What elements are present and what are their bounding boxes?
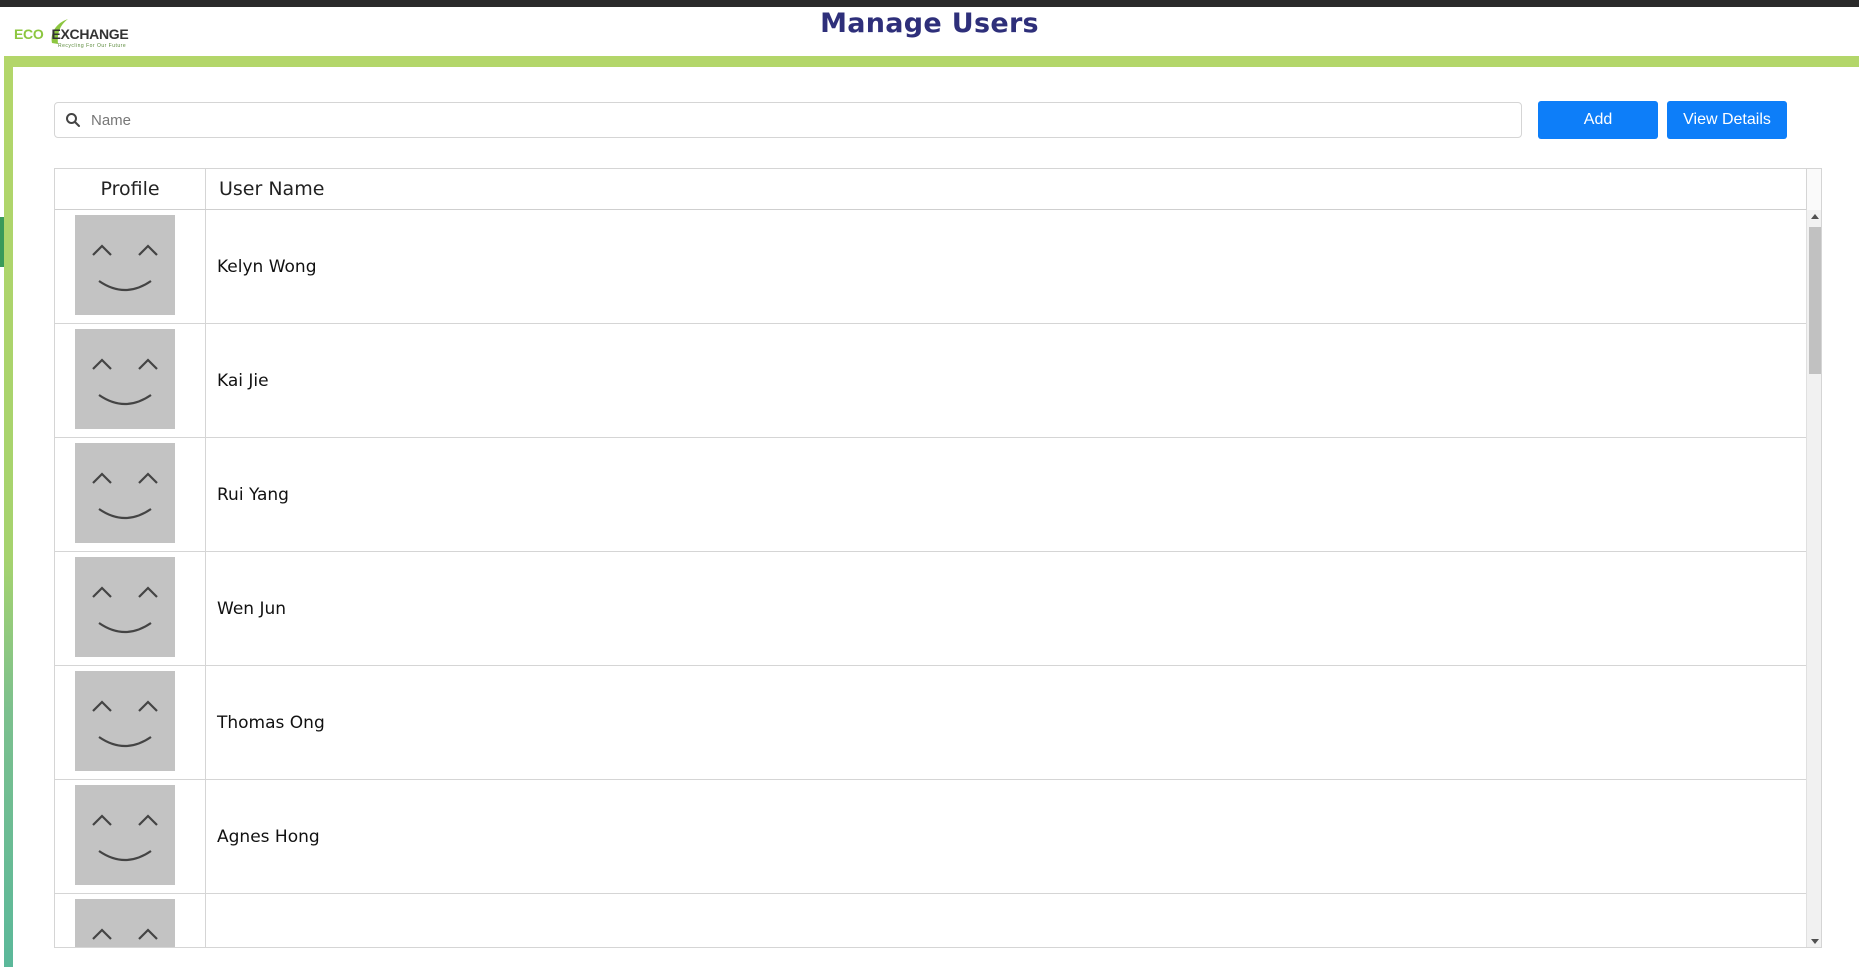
scrollbar-header-cap <box>1806 169 1821 210</box>
scrollbar-thumb[interactable] <box>1809 227 1821 374</box>
search-input[interactable] <box>91 103 1491 137</box>
user-name-cell: Kai Jie <box>217 370 269 391</box>
logo-tagline: Recycling For Our Future <box>58 43 127 49</box>
user-name-cell: Thomas Ong <box>217 712 325 733</box>
user-name-cell: Wen Jun <box>217 598 287 619</box>
page-title: Manage Users <box>820 8 1039 39</box>
profile-cell <box>55 438 206 551</box>
smiley-avatar-icon[interactable] <box>75 215 175 315</box>
profile-cell <box>55 210 206 323</box>
table-scrollbar[interactable] <box>1806 210 1821 947</box>
column-header-profile[interactable]: Profile <box>55 169 206 209</box>
smiley-avatar-icon[interactable] <box>75 671 175 771</box>
table-row[interactable] <box>55 894 1806 947</box>
table-header: Profile User Name <box>55 169 1806 210</box>
table-row[interactable]: Agnes Hong <box>55 780 1806 894</box>
smiley-avatar-icon[interactable] <box>75 899 175 947</box>
table-row[interactable]: Kai Jie <box>55 324 1806 438</box>
profile-cell <box>55 894 206 947</box>
table-row[interactable]: Wen Jun <box>55 552 1806 666</box>
search-box[interactable] <box>54 102 1522 138</box>
profile-cell <box>55 780 206 893</box>
users-table: Profile User Name Kelyn Wong Kai Jie Rui… <box>54 168 1822 948</box>
column-header-user-name[interactable]: User Name <box>219 169 324 209</box>
scroll-down-arrow-icon[interactable] <box>1811 939 1819 944</box>
table-row[interactable]: Rui Yang <box>55 438 1806 552</box>
browser-top-bar <box>0 0 1859 7</box>
profile-cell <box>55 666 206 779</box>
smiley-avatar-icon[interactable] <box>75 443 175 543</box>
add-button[interactable]: Add <box>1538 101 1658 139</box>
user-name-cell: Agnes Hong <box>217 826 320 847</box>
user-name-cell: Rui Yang <box>217 484 289 505</box>
view-details-button[interactable]: View Details <box>1667 101 1787 139</box>
table-body: Kelyn Wong Kai Jie Rui Yang Wen Jun Thom… <box>55 210 1806 947</box>
table-row[interactable]: Kelyn Wong <box>55 210 1806 324</box>
scroll-up-arrow-icon[interactable] <box>1811 214 1819 219</box>
profile-cell <box>55 324 206 437</box>
search-icon <box>66 113 80 127</box>
profile-cell <box>55 552 206 665</box>
smiley-avatar-icon[interactable] <box>75 557 175 657</box>
user-name-cell: Kelyn Wong <box>217 256 317 277</box>
smiley-avatar-icon[interactable] <box>75 329 175 429</box>
smiley-avatar-icon[interactable] <box>75 785 175 885</box>
table-row[interactable]: Thomas Ong <box>55 666 1806 780</box>
